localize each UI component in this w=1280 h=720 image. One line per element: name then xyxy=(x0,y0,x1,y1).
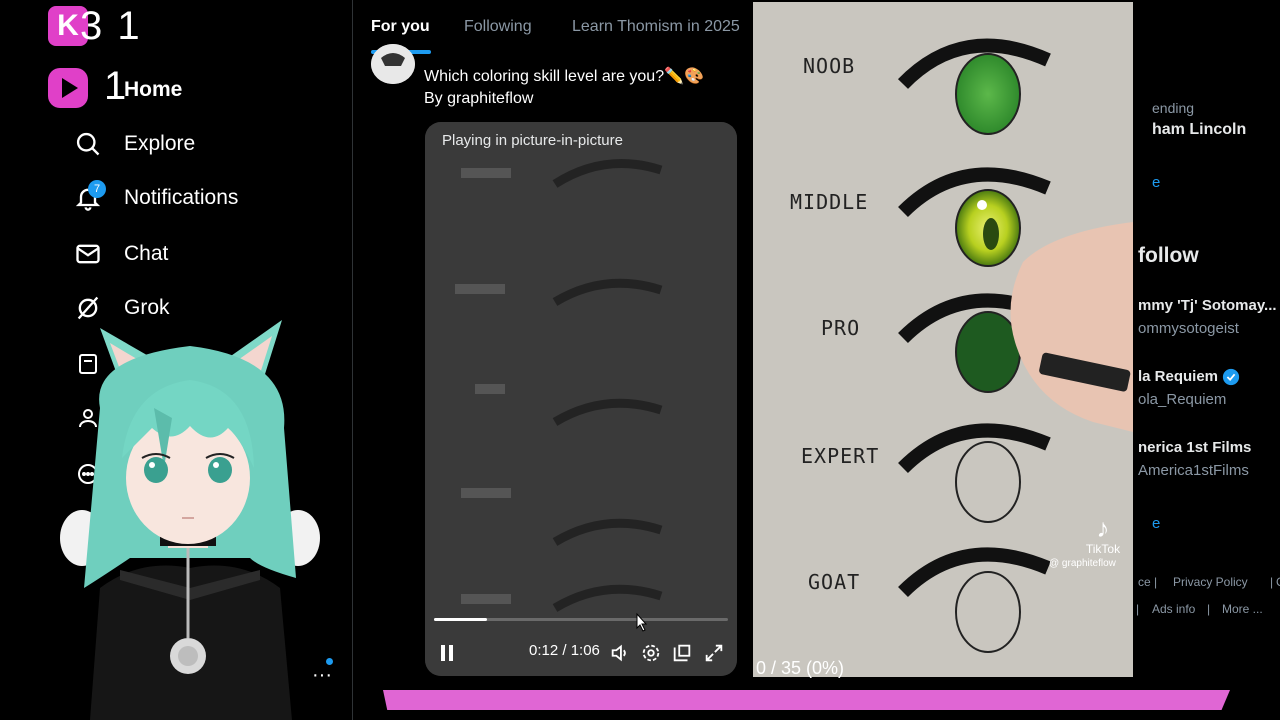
tab-learn-thomism[interactable]: Learn Thomism in 2025 xyxy=(572,18,740,36)
tab-for-you[interactable]: For you xyxy=(371,18,430,36)
footer-link-more[interactable]: More ... xyxy=(1222,602,1263,616)
play-logo-icon xyxy=(48,68,88,108)
stream-brand-text: 3 1 xyxy=(80,4,142,48)
follow-handle: ommysotogeist xyxy=(1138,320,1239,337)
footer-link-privacy[interactable]: Privacy Policy xyxy=(1173,575,1248,589)
follow-name[interactable]: nerica 1st Films xyxy=(1138,439,1251,456)
trending-label: ending xyxy=(1152,100,1195,116)
mail-icon xyxy=(76,244,100,264)
sidebar-item-explore[interactable]: Explore xyxy=(74,124,195,164)
post-byline: By graphiteflow xyxy=(424,90,534,107)
sidebar-item-chat[interactable]: Chat xyxy=(74,234,168,274)
follow-handle: America1stFilms xyxy=(1138,462,1249,479)
follow-handle: ola_Requiem xyxy=(1138,391,1227,408)
post-text: Which coloring skill level are you?✏️🎨 xyxy=(424,68,704,85)
main-feed: For you Following Learn Thomism in 2025 … xyxy=(352,0,757,720)
search-icon xyxy=(76,132,100,156)
tiktok-logo: ♪ TikTok xyxy=(1083,514,1123,556)
stream-overlay-bar xyxy=(383,690,1230,710)
footer-separator: | xyxy=(1270,575,1274,589)
show-more-link[interactable]: e xyxy=(1152,515,1160,532)
follow-name[interactable]: mmy 'Tj' Sotomay... xyxy=(1138,297,1277,314)
verified-badge-icon xyxy=(1222,368,1240,386)
picture-in-picture-icon[interactable] xyxy=(671,642,693,664)
show-more-link[interactable]: e xyxy=(1152,174,1160,191)
level-label-expert: EXPERT xyxy=(801,444,880,468)
sidebar-item-label: Grok xyxy=(124,296,170,319)
level-label-pro: PRO xyxy=(821,316,861,340)
cursor-icon xyxy=(636,612,648,632)
vtuber-avatar xyxy=(60,320,320,720)
tiktok-video-panel[interactable]: NOOB MIDDLE PRO EXPERT GOAT ♪ TikTok @ g… xyxy=(753,2,1133,677)
footer-separator: | xyxy=(1154,575,1158,589)
tiktok-note-icon: ♪ xyxy=(1096,513,1110,543)
level-label-middle: MIDDLE xyxy=(790,190,869,214)
volume-icon[interactable] xyxy=(609,642,631,664)
page-counter: 0 / 35 (0%) xyxy=(756,658,845,678)
level-label-goat: GOAT xyxy=(808,570,861,594)
footer-link-ads-info[interactable]: Ads info xyxy=(1152,602,1195,616)
footer-separator: | xyxy=(1136,602,1140,616)
video-progress-bar[interactable] xyxy=(434,618,728,621)
footer-link[interactable]: ce xyxy=(1138,575,1151,589)
video-controls: 0:12 / 1:06 xyxy=(425,632,737,672)
who-to-follow-header: follow xyxy=(1138,244,1199,267)
footer-link[interactable]: C xyxy=(1276,575,1280,589)
video-thumbnail xyxy=(425,122,737,676)
sidebar-item-home[interactable]: Home xyxy=(124,78,182,102)
tiktok-username: @ graphiteflow xyxy=(1049,558,1116,569)
notification-badge: 7 xyxy=(88,180,106,198)
sidebar-item-label: Chat xyxy=(124,242,169,265)
video-time: 0:12 / 1:06 xyxy=(529,642,600,659)
video-player[interactable]: Playing in picture-in-picture 0:12 / 1:0… xyxy=(425,122,737,676)
level-label-noob: NOOB xyxy=(803,54,856,78)
pip-status-text: Playing in picture-in-picture xyxy=(442,132,623,149)
follow-name[interactable]: la Requiem xyxy=(1138,368,1218,385)
home-count: 1 xyxy=(104,64,127,108)
unread-dot xyxy=(326,658,333,665)
video-progress-fill xyxy=(434,618,487,621)
settings-gear-icon[interactable] xyxy=(640,642,662,664)
trending-topic[interactable]: ham Lincoln xyxy=(1152,121,1246,139)
sidebar-item-label: Notifications xyxy=(124,186,239,209)
sidebar-item-label: Explore xyxy=(124,132,196,155)
tab-following[interactable]: Following xyxy=(464,18,532,36)
post-text-block: Which coloring skill level are you?✏️🎨 B… xyxy=(424,66,704,110)
fullscreen-icon[interactable] xyxy=(703,642,725,664)
footer-separator: | xyxy=(1207,602,1211,616)
tiktok-logo-text: TikTok xyxy=(1085,542,1121,556)
post-author-avatar[interactable] xyxy=(371,44,415,84)
pause-icon[interactable] xyxy=(439,644,455,662)
